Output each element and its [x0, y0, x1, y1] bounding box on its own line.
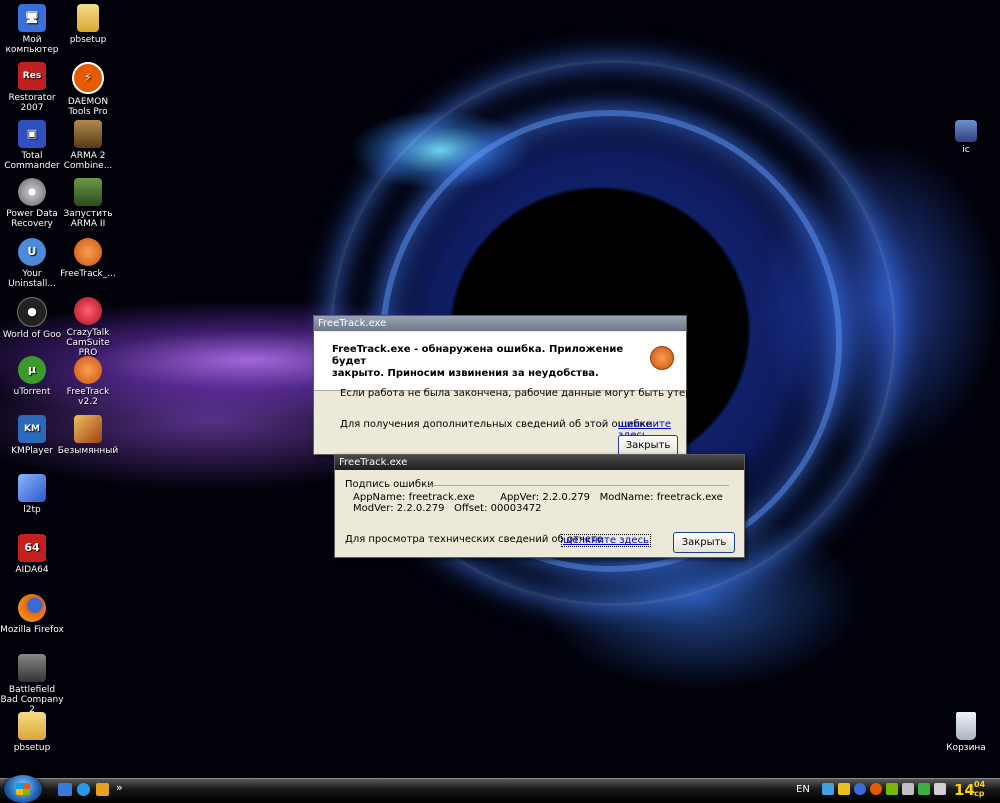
desktop-icon-battlefield-bc2[interactable]: Battlefield Bad Company 2: [0, 654, 64, 715]
error-dialog-titlebar[interactable]: FreeTrack.exe: [314, 316, 686, 331]
freetrack-icon: [74, 356, 102, 384]
daemon-tray-icon[interactable]: [870, 783, 882, 795]
desktop-icon-ic[interactable]: ic: [934, 120, 998, 155]
desktop-icon-freetrack-shortcut[interactable]: FreeTrack_...: [56, 238, 120, 279]
error-dialog: FreeTrack.exe FreeTrack.exe - обнаружена…: [313, 315, 715, 456]
zip-folder-icon: [18, 712, 46, 740]
arma2-icon: [74, 120, 102, 148]
uninstaller-icon: U: [18, 238, 46, 266]
goo-ball-icon: ●: [17, 297, 47, 327]
desktop-icon-arma2-combined[interactable]: ARMA 2 Combine...: [56, 120, 120, 171]
recycle-bin-icon: [956, 712, 976, 740]
daemon-tools-icon: ⚡: [72, 62, 104, 94]
desktop-icon-bezymyannyi[interactable]: Безымянный: [56, 415, 120, 456]
kmplayer-icon: KM: [18, 415, 46, 443]
utorrent-icon: µ: [18, 356, 46, 384]
quicklaunch-overflow[interactable]: »: [116, 781, 123, 794]
desktop-icon-my-computer[interactable]: 🖥 Мой компьютер: [0, 4, 64, 55]
language-indicator[interactable]: EN: [796, 784, 810, 795]
desktop-icon-kmplayer[interactable]: KM KMPlayer: [0, 415, 64, 456]
network-tray-icon[interactable]: [822, 783, 834, 795]
battlefield-icon: [18, 654, 46, 682]
desktop-icon-world-of-goo[interactable]: ● World of Goo: [0, 297, 64, 340]
desktop-icon-pbsetup-zip[interactable]: pbsetup: [0, 712, 64, 753]
folder-icon: [77, 4, 99, 32]
desktop-icon-your-uninstaller[interactable]: U Your Uninstall...: [0, 238, 64, 289]
desktop-icon-recycle-bin[interactable]: Корзина: [934, 712, 998, 753]
clock[interactable]: 14 04 ср: [954, 780, 998, 800]
desktop-icon-freetrack-v22[interactable]: FreeTrack v2.2: [56, 356, 120, 407]
computer-icon: 🖥: [18, 4, 46, 32]
restorator-icon: Res: [18, 62, 46, 90]
freetrack-icon: [74, 238, 102, 266]
desktop-icon-total-commander[interactable]: ▣ Total Commander: [0, 120, 64, 171]
disc-icon: [18, 178, 46, 206]
firefox-icon: [18, 594, 46, 622]
signature-divider: [423, 485, 729, 486]
signature-line-2: ModVer: 2.2.0.279 Offset: 00003472: [353, 503, 542, 514]
media-player-icon[interactable]: [96, 783, 109, 796]
desktop-icon-pbsetup[interactable]: pbsetup: [56, 4, 120, 45]
signature-line-1: AppName: freetrack.exe AppVer: 2.2.0.279…: [353, 492, 723, 503]
windows-explorer-icon[interactable]: [58, 783, 72, 796]
details-close-button[interactable]: Закрыть: [673, 532, 735, 553]
shortcut-icon: [955, 120, 977, 142]
desktop-icon-crazytalk[interactable]: CrazyTalk CamSuite PRO: [56, 297, 120, 358]
aida64-icon: 64: [18, 534, 46, 562]
taskbar: » EN 14 04 ср: [0, 775, 1000, 803]
volume-tray-icon[interactable]: [934, 783, 946, 795]
desktop-icon-mozilla-firefox[interactable]: Mozilla Firefox: [0, 594, 64, 635]
floppy-disk-icon: ▣: [18, 120, 46, 148]
info-tray-icon[interactable]: [854, 783, 866, 795]
windows-logo-icon: [16, 783, 30, 795]
soldier-icon: [74, 178, 102, 206]
desktop-icon-daemon-tools[interactable]: ⚡ DAEMON Tools Pro: [56, 62, 120, 117]
internet-explorer-icon[interactable]: [77, 783, 90, 796]
details-dialog-titlebar[interactable]: FreeTrack.exe: [335, 455, 744, 470]
wifi-tray-icon[interactable]: [918, 783, 930, 795]
error-heading: FreeTrack.exe - обнаружена ошибка. Прило…: [332, 344, 624, 379]
desktop-icon-restorator[interactable]: Res Restorator 2007: [0, 62, 64, 113]
desktop-icon-power-data-recovery[interactable]: Power Data Recovery: [0, 178, 64, 229]
desktop-icon-aida64[interactable]: 64 AIDA64: [0, 534, 64, 575]
tech-details-link[interactable]: щелкните здесь: [561, 534, 651, 547]
freetrack-icon: [650, 346, 674, 370]
start-button[interactable]: [4, 775, 42, 803]
network-icon: [18, 474, 46, 502]
more-info-text: Для получения дополнительных сведений об…: [340, 419, 652, 430]
close-button[interactable]: Закрыть: [618, 435, 678, 456]
lips-icon: [74, 297, 102, 325]
utility-tray-icon[interactable]: [902, 783, 914, 795]
desktop-icon-utorrent[interactable]: µ uTorrent: [0, 356, 64, 397]
error-details-dialog: FreeTrack.exe Подпись ошибки AppName: fr…: [334, 454, 745, 558]
error-dialog-header: FreeTrack.exe - обнаружена ошибка. Прило…: [314, 332, 686, 391]
desktop-icon-l2tp[interactable]: l2tp: [0, 474, 64, 515]
data-loss-warning: Если работа не была закончена, рабочие д…: [340, 388, 716, 399]
security-tray-icon[interactable]: [838, 783, 850, 795]
image-file-icon: [74, 415, 102, 443]
error-signature-label: Подпись ошибки: [345, 479, 434, 490]
nvidia-tray-icon[interactable]: [886, 783, 898, 795]
desktop-icon-launch-arma2[interactable]: Запустить ARMA II: [56, 178, 120, 229]
